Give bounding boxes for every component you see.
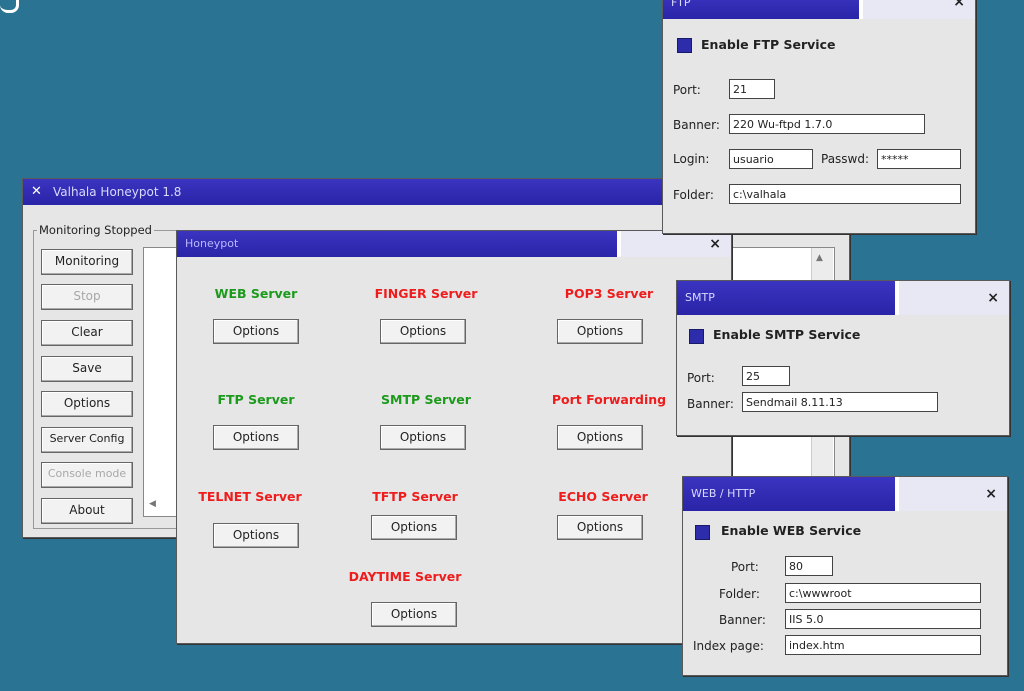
web-banner-input[interactable]: IIS 5.0 xyxy=(785,609,981,629)
honeypot-window: Honeypot × WEB Server Options FINGER Serve… xyxy=(176,230,732,644)
scroll-up-arrow-icon[interactable]: ▲ xyxy=(816,253,823,263)
ftp-banner-input[interactable]: 220 Wu-ftpd 1.7.0 xyxy=(729,114,925,134)
smtp-enable-label: Enable SMTP Service xyxy=(713,327,861,342)
honeypot-titlebar: Honeypot × xyxy=(177,231,731,257)
echo-server-options-button[interactable]: Options xyxy=(557,515,643,540)
smtp-server-label: SMTP Server xyxy=(381,392,471,407)
tftp-server-options-button[interactable]: Options xyxy=(371,515,457,540)
smtp-titlebar: SMTP × xyxy=(677,281,1009,315)
ftp-passwd-label: Passwd: xyxy=(821,152,870,166)
ftp-window: FTP × Enable FTP Service Port: 21 Banner… xyxy=(662,0,976,234)
valhala-app-icon: ✕ xyxy=(31,184,42,199)
telnet-server-label: TELNET Server xyxy=(198,489,302,504)
smtp-server-options-button[interactable]: Options xyxy=(380,425,466,450)
web-enable-label: Enable WEB Service xyxy=(721,523,862,538)
ftp-passwd-input[interactable]: ***** xyxy=(877,149,961,169)
port-forwarding-options-button[interactable]: Options xyxy=(557,425,643,450)
smtp-banner-label: Banner: xyxy=(687,397,734,411)
save-button[interactable]: Save xyxy=(41,356,133,382)
finger-server-label: FINGER Server xyxy=(374,286,478,301)
ftp-enable-label: Enable FTP Service xyxy=(701,37,836,52)
web-port-label: Port: xyxy=(731,560,759,574)
web-index-input[interactable]: index.htm xyxy=(785,635,981,655)
web-close-icon[interactable]: × xyxy=(985,477,997,511)
web-server-options-button[interactable]: Options xyxy=(213,319,299,344)
stop-button[interactable]: Stop xyxy=(41,284,133,310)
ftp-server-label: FTP Server xyxy=(217,392,295,407)
ftp-login-label: Login: xyxy=(673,152,710,166)
daytime-server-options-button[interactable]: Options xyxy=(371,602,457,627)
valhala-title: Valhala Honeypot 1.8 xyxy=(53,185,182,199)
web-title: WEB / HTTP xyxy=(691,487,756,500)
ftp-banner-label: Banner: xyxy=(673,118,720,132)
ftp-login-input[interactable]: usuario xyxy=(729,149,813,169)
smtp-port-label: Port: xyxy=(687,371,715,385)
web-folder-label: Folder: xyxy=(719,587,760,601)
options-button[interactable]: Options xyxy=(41,391,133,417)
ftp-folder-input[interactable]: c:\valhala xyxy=(729,184,961,204)
smtp-enable-checkbox[interactable] xyxy=(689,329,704,344)
ftp-enable-checkbox[interactable] xyxy=(677,38,692,53)
clear-button[interactable]: Clear xyxy=(41,320,133,346)
web-titlebar: WEB / HTTP × xyxy=(683,477,1007,511)
about-button[interactable]: About xyxy=(41,498,133,524)
honeypot-close-icon[interactable]: × xyxy=(709,231,721,257)
ftp-port-input[interactable]: 21 xyxy=(729,79,775,99)
web-index-label: Index page: xyxy=(693,639,764,653)
smtp-port-input[interactable]: 25 xyxy=(742,366,790,386)
finger-server-options-button[interactable]: Options xyxy=(380,319,466,344)
web-window: WEB / HTTP × Enable WEB Service Port: 80… xyxy=(682,476,1008,676)
ftp-folder-label: Folder: xyxy=(673,188,714,202)
daytime-server-label: DAYTIME Server xyxy=(348,569,462,584)
smtp-close-icon[interactable]: × xyxy=(987,281,999,315)
web-server-label: WEB Server xyxy=(214,286,298,301)
monitoring-button[interactable]: Monitoring xyxy=(41,249,133,275)
smtp-title: SMTP xyxy=(685,291,715,304)
monitoring-group-label: Monitoring Stopped xyxy=(37,223,154,237)
honeypot-title: Honeypot xyxy=(185,237,239,250)
smtp-banner-input[interactable]: Sendmail 8.11.13 xyxy=(742,392,938,412)
telnet-server-options-button[interactable]: Options xyxy=(213,523,299,548)
scroll-left-arrow-icon[interactable]: ◀ xyxy=(149,499,156,509)
pop3-server-options-button[interactable]: Options xyxy=(557,319,643,344)
ftp-port-label: Port: xyxy=(673,83,701,97)
ftp-titlebar: FTP × xyxy=(663,0,975,19)
pop3-server-label: POP3 Server xyxy=(564,286,654,301)
echo-server-label: ECHO Server xyxy=(558,489,648,504)
web-enable-checkbox[interactable] xyxy=(695,525,710,540)
web-banner-label: Banner: xyxy=(719,613,766,627)
server-config-button[interactable]: Server Config xyxy=(41,427,133,453)
ftp-server-options-button[interactable]: Options xyxy=(213,425,299,450)
web-port-input[interactable]: 80 xyxy=(785,556,833,576)
ftp-close-icon[interactable]: × xyxy=(953,0,965,14)
tftp-server-label: TFTP Server xyxy=(372,489,458,504)
port-forwarding-label: Port Forwarding xyxy=(551,392,667,407)
smtp-window: SMTP × Enable SMTP Service Port: 25 Bann… xyxy=(676,280,1010,436)
console-mode-button[interactable]: Console mode xyxy=(41,462,133,488)
desktop-glyph xyxy=(0,0,19,13)
web-folder-input[interactable]: c:\wwwroot xyxy=(785,583,981,603)
ftp-title: FTP xyxy=(671,0,691,9)
